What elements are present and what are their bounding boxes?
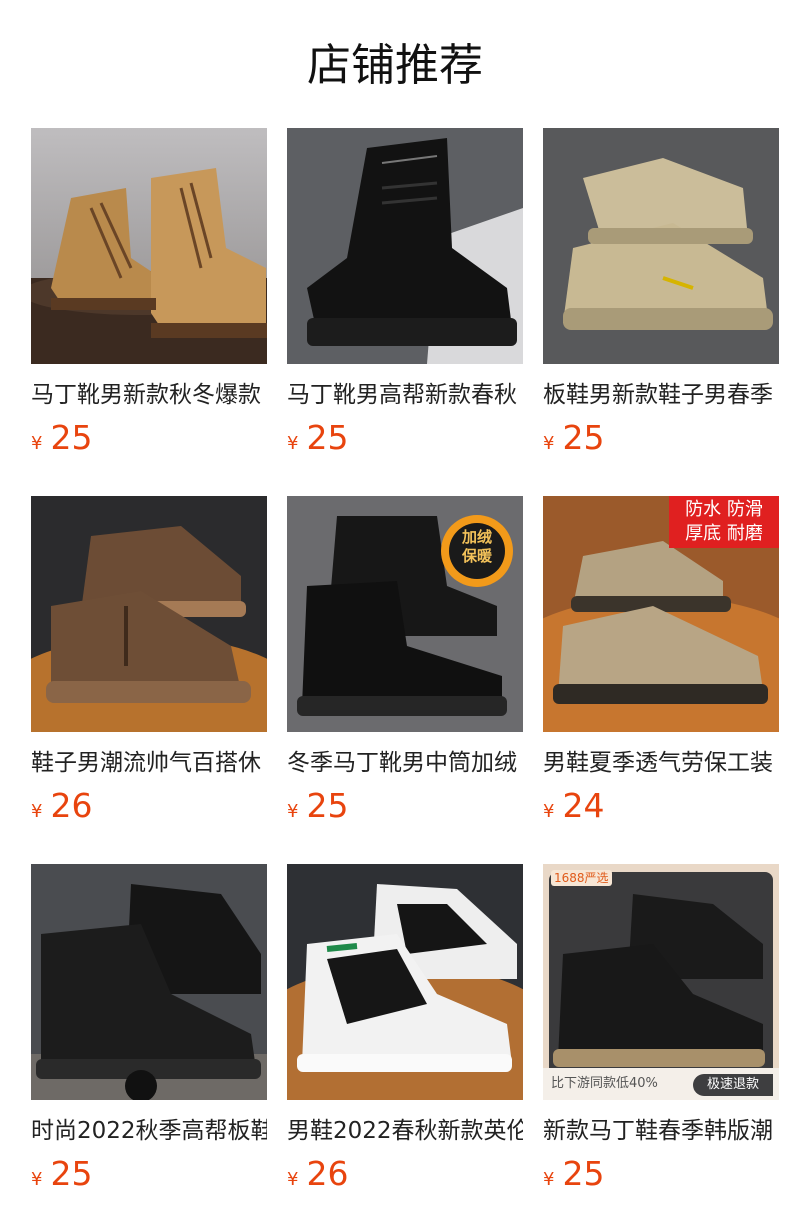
currency-symbol: ¥	[543, 1169, 555, 1190]
product-image-black-boot[interactable]	[287, 128, 523, 364]
price-value: 25	[306, 786, 349, 825]
price-value: 25	[50, 1154, 93, 1193]
badge-line: 防水 防滑	[685, 499, 763, 520]
price-value: 26	[50, 786, 93, 825]
price-value: 25	[562, 418, 605, 457]
feature-badge: 加绒保暖	[451, 528, 503, 566]
product-card[interactable]: 马丁靴男新款秋冬爆款 ¥25	[31, 128, 267, 468]
badge-line: 厚底 耐磨	[685, 523, 763, 544]
product-image-brown-sneakers[interactable]	[31, 496, 267, 732]
product-name[interactable]: 男鞋2022春秋新款英伦	[287, 1114, 523, 1148]
product-card[interactable]: 1688严选 比下游同款低40% 极速退款 新款马丁鞋春季韩版潮 ¥25	[543, 864, 779, 1204]
product-price: ¥25	[287, 784, 348, 828]
currency-symbol: ¥	[543, 801, 555, 822]
currency-symbol: ¥	[31, 433, 43, 454]
product-card[interactable]: 鞋子男潮流帅气百搭休 ¥26	[31, 496, 267, 836]
price-value: 24	[562, 786, 605, 825]
product-name[interactable]: 鞋子男潮流帅气百搭休	[31, 746, 267, 780]
product-image-bw-sneakers[interactable]	[287, 864, 523, 1100]
product-name[interactable]: 马丁靴男新款秋冬爆款	[31, 378, 267, 412]
product-image-fleece-boots[interactable]: 加绒保暖	[287, 496, 523, 732]
currency-symbol: ¥	[31, 1169, 43, 1190]
product-image-black-leather-shoes[interactable]: 1688严选 比下游同款低40% 极速退款	[543, 864, 779, 1100]
product-card[interactable]: 防水 防滑 厚底 耐磨 男鞋夏季透气劳保工装 ¥24	[543, 496, 779, 836]
corner-label: 1688严选	[551, 870, 612, 886]
currency-symbol: ¥	[287, 1169, 299, 1190]
product-image-tan-boots[interactable]	[31, 128, 267, 364]
price-value: 26	[306, 1154, 349, 1193]
product-price: ¥25	[543, 416, 604, 460]
product-price: ¥25	[287, 416, 348, 460]
product-name[interactable]: 男鞋夏季透气劳保工装	[543, 746, 779, 780]
product-image-workwear-sneakers[interactable]: 防水 防滑 厚底 耐磨	[543, 496, 779, 732]
promo-label-left: 比下游同款低40%	[551, 1076, 658, 1091]
currency-symbol: ¥	[543, 433, 555, 454]
product-price: ¥25	[31, 416, 92, 460]
product-card[interactable]: 男鞋2022春秋新款英伦 ¥26	[287, 864, 523, 1204]
product-name[interactable]: 马丁靴男高帮新款春秋	[287, 378, 523, 412]
product-price: ¥24	[543, 784, 604, 828]
product-card[interactable]: 时尚2022秋季高帮板鞋 ¥25	[31, 864, 267, 1204]
price-value: 25	[306, 418, 349, 457]
badge-text: 加绒保暖	[461, 528, 492, 565]
product-name[interactable]: 新款马丁鞋春季韩版潮	[543, 1114, 779, 1148]
currency-symbol: ¥	[287, 801, 299, 822]
product-card[interactable]: 加绒保暖 冬季马丁靴男中筒加绒 ¥25	[287, 496, 523, 836]
product-card[interactable]: 马丁靴男高帮新款春秋 ¥25	[287, 128, 523, 468]
product-price: ¥26	[31, 784, 92, 828]
currency-symbol: ¥	[31, 801, 43, 822]
section-title: 店铺推荐	[307, 40, 483, 91]
product-image-black-high-tops[interactable]	[31, 864, 267, 1100]
product-name[interactable]: 时尚2022秋季高帮板鞋	[31, 1114, 267, 1148]
price-value: 25	[562, 1154, 605, 1193]
product-card[interactable]: 板鞋男新款鞋子男春季 ¥25	[543, 128, 779, 468]
currency-symbol: ¥	[287, 433, 299, 454]
product-price: ¥25	[31, 1152, 92, 1196]
product-price: ¥26	[287, 1152, 348, 1196]
product-name[interactable]: 冬季马丁靴男中筒加绒	[287, 746, 523, 780]
product-price: ¥25	[543, 1152, 604, 1196]
price-value: 25	[50, 418, 93, 457]
product-image-khaki-sneakers[interactable]	[543, 128, 779, 364]
product-name[interactable]: 板鞋男新款鞋子男春季	[543, 378, 779, 412]
promo-label-right: 极速退款	[693, 1074, 773, 1096]
